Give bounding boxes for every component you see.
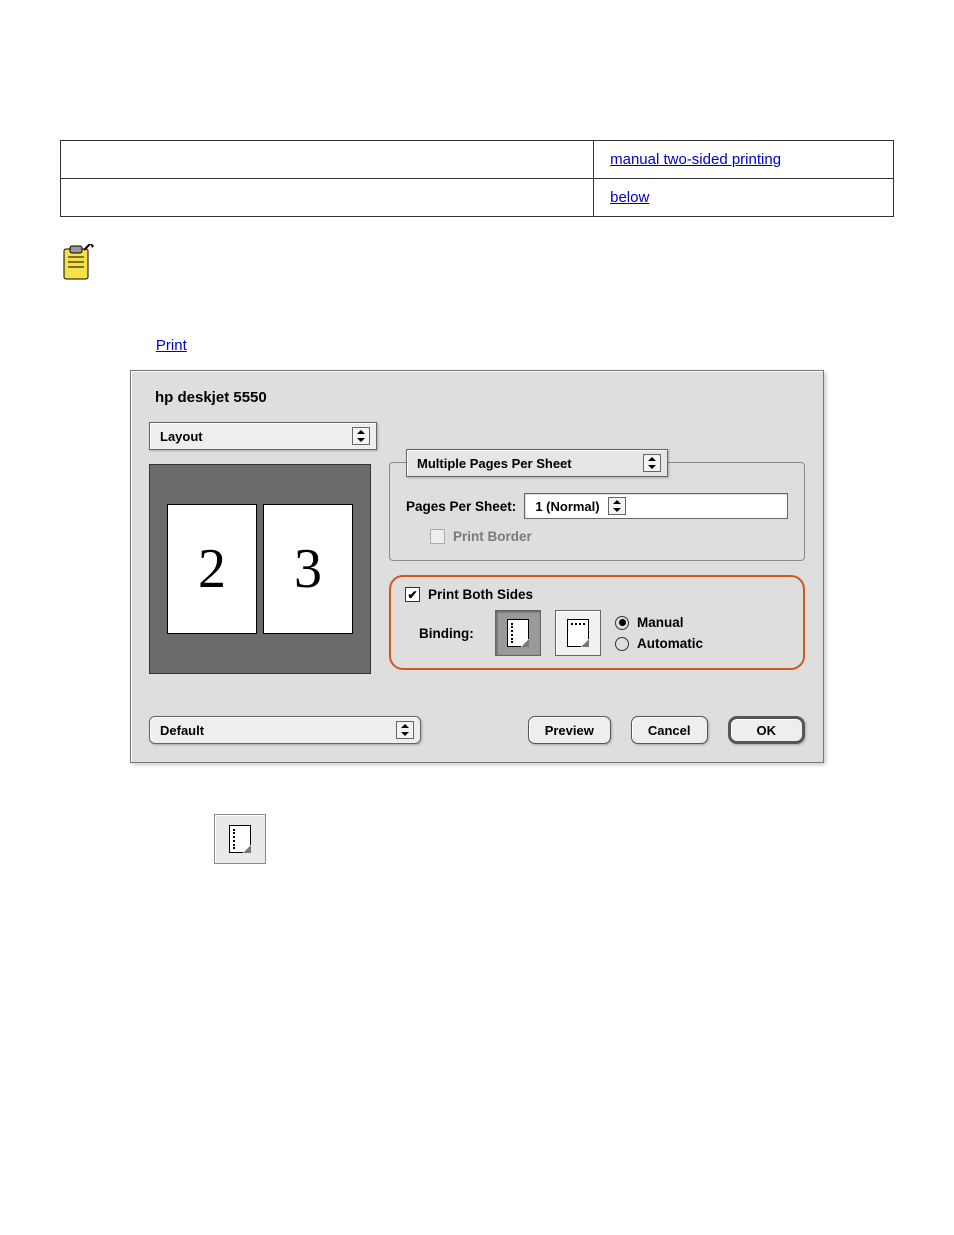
multiple-pages-panel: Multiple Pages Per Sheet Pages Per Sheet… <box>389 462 805 561</box>
automatic-radio[interactable] <box>615 637 629 651</box>
print-both-sides-panel: Print Both Sides Binding: <box>389 575 805 670</box>
print-both-sides-checkbox[interactable] <box>405 587 420 602</box>
panel-select-value: Layout <box>160 429 203 444</box>
binding-book-button[interactable] <box>495 610 541 656</box>
below-link[interactable]: below <box>610 189 649 206</box>
ok-button[interactable]: OK <box>728 716 806 744</box>
manual-radio[interactable] <box>615 616 629 630</box>
pages-per-sheet-value: 1 (Normal) <box>535 499 599 514</box>
updown-arrows-icon <box>396 721 414 739</box>
mpps-select[interactable]: Multiple Pages Per Sheet <box>406 449 668 477</box>
pages-per-sheet-label: Pages Per Sheet: <box>406 499 516 514</box>
table-row2-right: below <box>594 179 894 217</box>
print-dialog-link[interactable]: Print <box>156 337 187 354</box>
updown-arrows-icon <box>352 427 370 445</box>
preview-button[interactable]: Preview <box>528 716 611 744</box>
printing-instructions-heading: printing instructions <box>60 307 894 327</box>
print-border-row: Print Border <box>430 529 788 544</box>
step-1-text-b: dialog box, then select the following se… <box>187 337 481 354</box>
automatic-radio-label: Automatic <box>637 636 703 651</box>
table-row2-left <box>61 179 594 217</box>
book-binding-icon <box>507 619 529 647</box>
binding-label: Binding: <box>419 626 481 641</box>
tablet-binding-icon <box>567 619 589 647</box>
panel-select[interactable]: Layout <box>149 422 377 450</box>
step-4: 4. Select the appropriate binding: <box>60 787 894 808</box>
preset-value: Default <box>160 723 204 738</box>
layout-preview: 2 3 <box>149 464 371 674</box>
note-block: For best results, do not use the followi… <box>60 241 894 285</box>
preview-page-2: 2 <box>167 504 257 634</box>
cancel-button[interactable]: Cancel <box>631 716 708 744</box>
options-table: manual two-sided printing below <box>60 140 894 217</box>
print-both-sides-label: Print Both Sides <box>428 587 533 602</box>
print-dialog: hp deskjet 5550 Layout 2 3 <box>130 370 824 763</box>
updown-arrows-icon <box>608 497 626 515</box>
updown-arrows-icon <box>643 454 661 472</box>
table-row1-left <box>61 141 594 179</box>
print-border-label: Print Border <box>453 529 532 544</box>
manual-radio-label: Manual <box>637 615 684 630</box>
table-row1-right: manual two-sided printing <box>594 141 894 179</box>
manual-two-sided-link[interactable]: manual two-sided printing <box>610 151 781 168</box>
clipboard-note-icon <box>60 244 94 285</box>
mpps-value: Multiple Pages Per Sheet <box>417 456 572 471</box>
preview-page-3: 3 <box>263 504 353 634</box>
print-border-checkbox <box>430 529 445 544</box>
preset-select[interactable]: Default <box>149 716 421 744</box>
step-1-text-a: Open the <box>90 337 156 354</box>
pages-per-sheet-select[interactable]: 1 (Normal) <box>524 493 788 519</box>
book-binding-standalone <box>214 814 266 864</box>
step-1: 1. Open the Print dialog box, then selec… <box>60 335 894 356</box>
book-binding-icon <box>229 825 251 853</box>
dialog-title: hp deskjet 5550 <box>155 389 801 406</box>
step-4-text: Select the appropriate binding: <box>90 787 293 808</box>
note-text: For best results, do not use the followi… <box>106 241 462 261</box>
binding-tablet-button[interactable] <box>555 610 601 656</box>
